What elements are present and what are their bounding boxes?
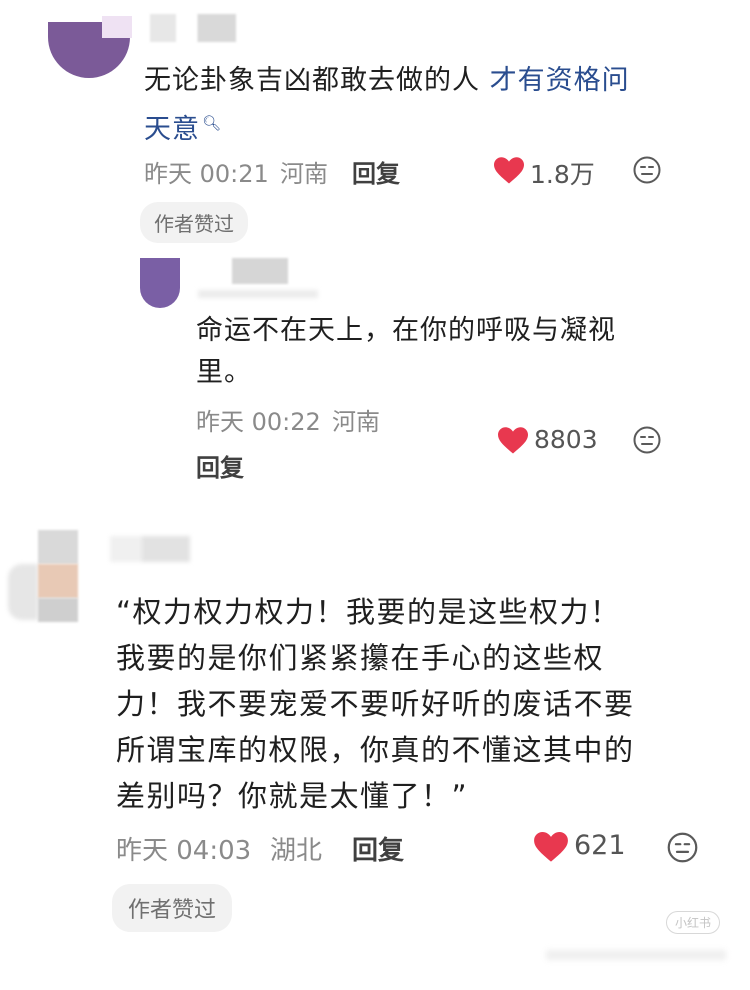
like-count: 1.8万 — [530, 160, 595, 189]
reply-username-blurred[interactable] — [232, 258, 288, 284]
comment-location: 河南 — [280, 160, 328, 188]
comment-text-line: 差别吗？你就是太懂了！” — [116, 779, 469, 813]
reply-like-count: 8803 — [534, 425, 598, 454]
reply-reply-button[interactable]: 回复 — [196, 448, 244, 483]
emoji-reaction-icon[interactable] — [632, 155, 662, 185]
reply-text-line1: 命运不在天上，在你的呼吸与凝视 — [196, 315, 616, 346]
like-heart-icon[interactable] — [534, 832, 568, 863]
like-count: 621 — [574, 830, 626, 861]
watermark-tail — [546, 950, 726, 960]
author-liked-badge: 作者赞过 — [112, 884, 233, 932]
comment-text-plain: 无论卦象吉凶都敢去做的人 — [144, 65, 490, 96]
reply-avatar[interactable] — [140, 258, 182, 310]
username-blurred[interactable] — [110, 536, 190, 562]
author-liked-badge: 作者赞过 — [140, 202, 248, 243]
comment-text: 无论卦象吉凶都敢去做的人 才有资格问 — [144, 60, 630, 102]
reply-like-heart-icon[interactable] — [498, 427, 528, 455]
comment-text-line: “权力权力权力！我要的是这些权力！ — [116, 595, 621, 629]
reply-emoji-reaction-icon[interactable] — [632, 425, 662, 455]
avatar[interactable] — [48, 16, 138, 78]
comment-text-line: 我要的是你们紧紧攥在手心的这些权 — [116, 641, 605, 675]
emoji-reaction-icon[interactable] — [666, 831, 699, 864]
comment-text-link2[interactable]: 天意 — [144, 114, 200, 145]
comment-time: 昨天 04:03 — [116, 836, 252, 866]
comment-time: 昨天 00:21 — [144, 160, 269, 188]
comment-text-line: 所谓宝库的权限，你真的不懂这其中的 — [116, 733, 635, 767]
reply-location: 河南 — [332, 408, 380, 436]
reply-time: 昨天 00:22 — [196, 408, 321, 436]
reply-button[interactable]: 回复 — [352, 154, 400, 189]
comment-text-link[interactable]: 才有资格问 — [490, 65, 630, 96]
reply-username-tail-blurred — [198, 290, 318, 298]
reply-text-line2: 里。 — [196, 357, 252, 388]
comment-location: 湖北 — [270, 836, 323, 866]
watermark: 小红书 — [665, 911, 720, 934]
like-heart-icon[interactable] — [494, 157, 524, 185]
comment-text-line: 力！我不要宠爱不要听好听的废话不要 — [116, 687, 635, 721]
search-icon[interactable]: 🔍︎ — [202, 114, 222, 132]
comment-text-line2: 天意 🔍︎ — [144, 102, 222, 151]
avatar[interactable] — [8, 530, 88, 622]
reply-button[interactable]: 回复 — [352, 830, 404, 867]
username-blurred[interactable] — [150, 14, 236, 42]
